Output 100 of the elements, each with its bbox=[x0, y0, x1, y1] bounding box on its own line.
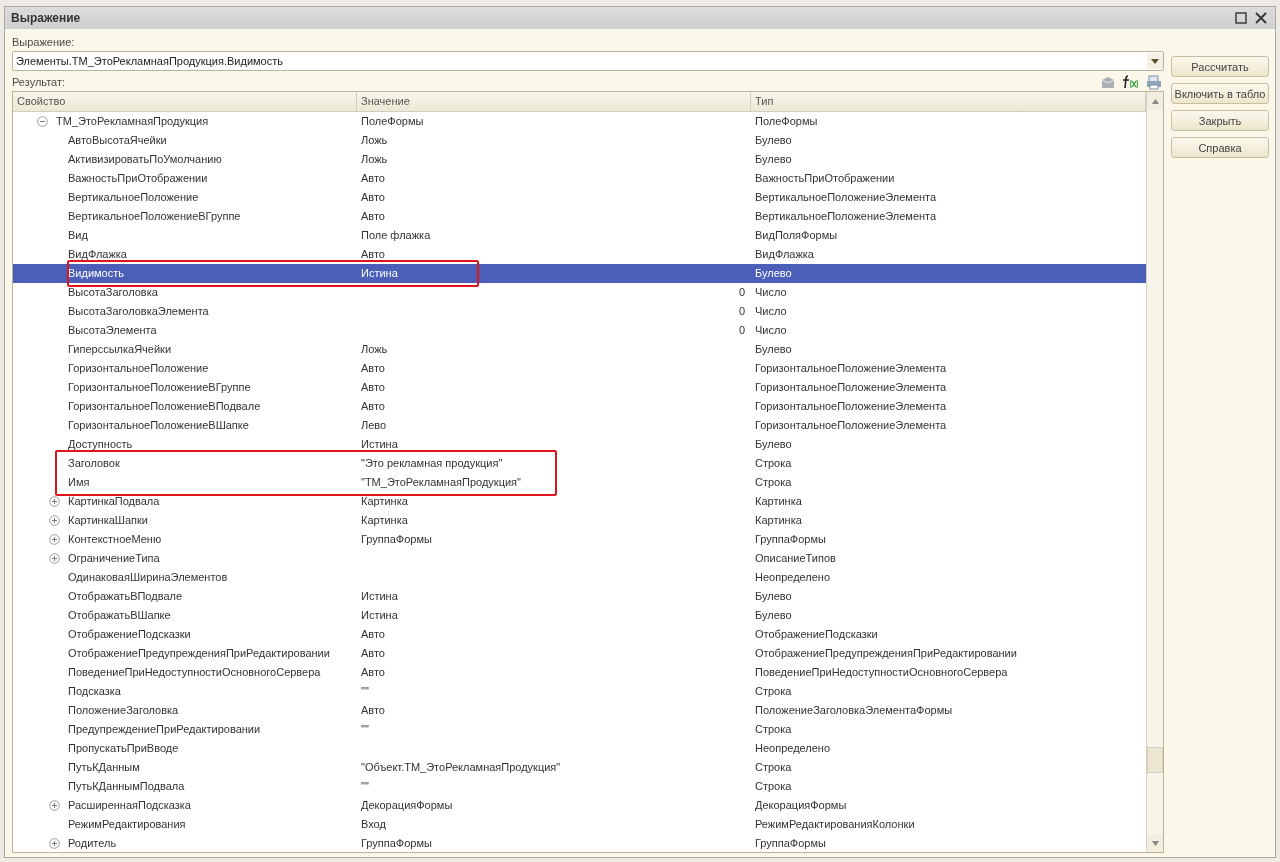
property-type: ГруппаФормы bbox=[755, 533, 826, 545]
property-name: Видимость bbox=[68, 266, 124, 281]
dialog-button[interactable]: Рассчитать bbox=[1171, 56, 1269, 77]
property-value: Авто bbox=[361, 248, 385, 260]
property-type: РежимРедактированияКолонки bbox=[755, 818, 915, 830]
dialog-button[interactable]: Включить в табло bbox=[1171, 83, 1269, 104]
scroll-down-button[interactable] bbox=[1147, 834, 1163, 852]
expand-icon[interactable] bbox=[49, 553, 60, 564]
property-name: ПутьКДанным bbox=[68, 760, 140, 775]
property-type: ВидПоляФормы bbox=[755, 229, 838, 241]
property-type: Число bbox=[755, 286, 787, 298]
property-type: Картинка bbox=[755, 495, 802, 507]
expand-icon[interactable] bbox=[49, 838, 60, 849]
property-type: Неопределено bbox=[755, 571, 831, 583]
property-value: "" bbox=[361, 780, 369, 792]
property-name: ОтображениеПодсказки bbox=[68, 627, 191, 642]
property-name: ОтображениеПредупрежденияПриРедактировании bbox=[68, 646, 330, 661]
property-value: Авто bbox=[361, 210, 385, 222]
property-value: 0 bbox=[738, 324, 745, 336]
property-type: ВертикальноеПоложениеЭлемента bbox=[755, 191, 937, 203]
property-type: ГоризонтальноеПоложениеЭлемента bbox=[755, 362, 947, 374]
property-value: Авто bbox=[361, 704, 385, 716]
result-label: Результат: bbox=[12, 75, 66, 90]
property-type: Неопределено bbox=[755, 742, 831, 754]
dialog-button[interactable]: Справка bbox=[1171, 137, 1269, 158]
property-type: ОтображениеПодсказки bbox=[755, 628, 878, 640]
property-type: Строка bbox=[755, 761, 792, 773]
property-type: Число bbox=[755, 305, 787, 317]
property-value: Авто bbox=[361, 381, 385, 393]
property-name: КартинкаШапки bbox=[68, 513, 148, 528]
expand-icon[interactable] bbox=[49, 534, 60, 545]
property-name: Доступность bbox=[68, 437, 133, 452]
property-name: Родитель bbox=[68, 836, 117, 851]
property-type: Булево bbox=[755, 267, 792, 279]
property-name: ПутьКДаннымПодвала bbox=[68, 779, 185, 794]
property-type: Булево bbox=[755, 438, 792, 450]
property-name: КонтекстноеМеню bbox=[68, 532, 162, 547]
property-type: ДекорацияФормы bbox=[755, 799, 847, 811]
property-value: ГруппаФормы bbox=[361, 837, 432, 849]
expand-icon[interactable] bbox=[49, 515, 60, 526]
property-value: Истина bbox=[361, 267, 398, 279]
property-name: АвтоВысотаЯчейки bbox=[68, 133, 167, 148]
property-value: "" bbox=[361, 685, 369, 697]
close-button[interactable] bbox=[1253, 12, 1269, 24]
property-type: ГруппаФормы bbox=[755, 837, 826, 849]
property-value: Авто bbox=[361, 666, 385, 678]
property-value: Авто bbox=[361, 628, 385, 640]
dropdown-button[interactable] bbox=[1147, 53, 1163, 69]
property-name: РасширеннаяПодсказка bbox=[68, 798, 191, 813]
window-title: Выражение bbox=[11, 11, 82, 25]
property-type: Число bbox=[755, 324, 787, 336]
property-value: Поле флажка bbox=[361, 229, 431, 241]
property-name: ГоризонтальноеПоложение bbox=[68, 361, 209, 376]
property-name: РежимРедактирования bbox=[68, 817, 186, 832]
collapse-icon[interactable] bbox=[37, 116, 48, 127]
property-name: ГоризонтальноеПоложениеВШапке bbox=[68, 418, 249, 433]
column-header[interactable]: Свойство bbox=[13, 92, 357, 111]
property-value: Истина bbox=[361, 438, 398, 450]
maximize-button[interactable] bbox=[1233, 12, 1249, 24]
scroll-up-button[interactable] bbox=[1147, 92, 1163, 110]
print-icon[interactable] bbox=[1146, 74, 1162, 90]
property-type: ВидФлажка bbox=[755, 248, 814, 260]
property-value: Картинка bbox=[361, 514, 408, 526]
dialog-button[interactable]: Закрыть bbox=[1171, 110, 1269, 131]
property-name: ОграничениеТипа bbox=[68, 551, 160, 566]
property-value: Авто bbox=[361, 362, 385, 374]
property-value: 0 bbox=[738, 286, 745, 298]
property-name: ВертикальноеПоложение bbox=[68, 190, 199, 205]
property-value: ГруппаФормы bbox=[361, 533, 432, 545]
expression-field[interactable]: Элементы.ТМ_ЭтоРекламнаяПродукция.Видимость bbox=[12, 51, 1164, 71]
property-type: ВажностьПриОтображении bbox=[755, 172, 895, 184]
expand-icon[interactable] bbox=[49, 496, 60, 507]
expand-icon[interactable] bbox=[49, 800, 60, 811]
property-value: Ложь bbox=[361, 343, 388, 355]
property-value: Авто bbox=[361, 191, 385, 203]
scrollbar[interactable] bbox=[1146, 92, 1163, 852]
column-header[interactable]: Значение bbox=[357, 92, 751, 111]
property-name: АктивизироватьПоУмолчанию bbox=[68, 152, 222, 167]
property-name: ГоризонтальноеПоложениеВПодвале bbox=[68, 399, 261, 414]
property-name: ВидФлажка bbox=[68, 247, 127, 262]
property-name: Вид bbox=[68, 228, 88, 243]
function-icon[interactable] bbox=[1122, 75, 1140, 89]
property-value: "" bbox=[361, 723, 369, 735]
caret-icon bbox=[1151, 58, 1159, 64]
scroll-thumb[interactable] bbox=[1147, 747, 1163, 774]
property-type: Строка bbox=[755, 685, 792, 697]
property-name: ПредупреждениеПриРедактировании bbox=[68, 722, 261, 737]
property-type: ПоведениеПриНедоступностиОсновногоСервера bbox=[755, 666, 1008, 678]
property-name: ОдинаковаяШиринаЭлементов bbox=[68, 570, 228, 585]
property-type: ПолеФормы bbox=[755, 115, 818, 127]
property-value: Авто bbox=[361, 647, 385, 659]
property-value: Истина bbox=[361, 590, 398, 602]
property-value: Ложь bbox=[361, 134, 388, 146]
property-name: КартинкаПодвала bbox=[68, 494, 160, 509]
property-type: Булево bbox=[755, 343, 792, 355]
property-value: "Это рекламная продукция" bbox=[361, 457, 503, 469]
property-name: ВертикальноеПоложениеВГруппе bbox=[68, 209, 241, 224]
property-name: ГиперссылкаЯчейки bbox=[68, 342, 172, 357]
property-type: Строка bbox=[755, 723, 792, 735]
table-row[interactable]: Видимость Истина Булево bbox=[13, 264, 1146, 283]
